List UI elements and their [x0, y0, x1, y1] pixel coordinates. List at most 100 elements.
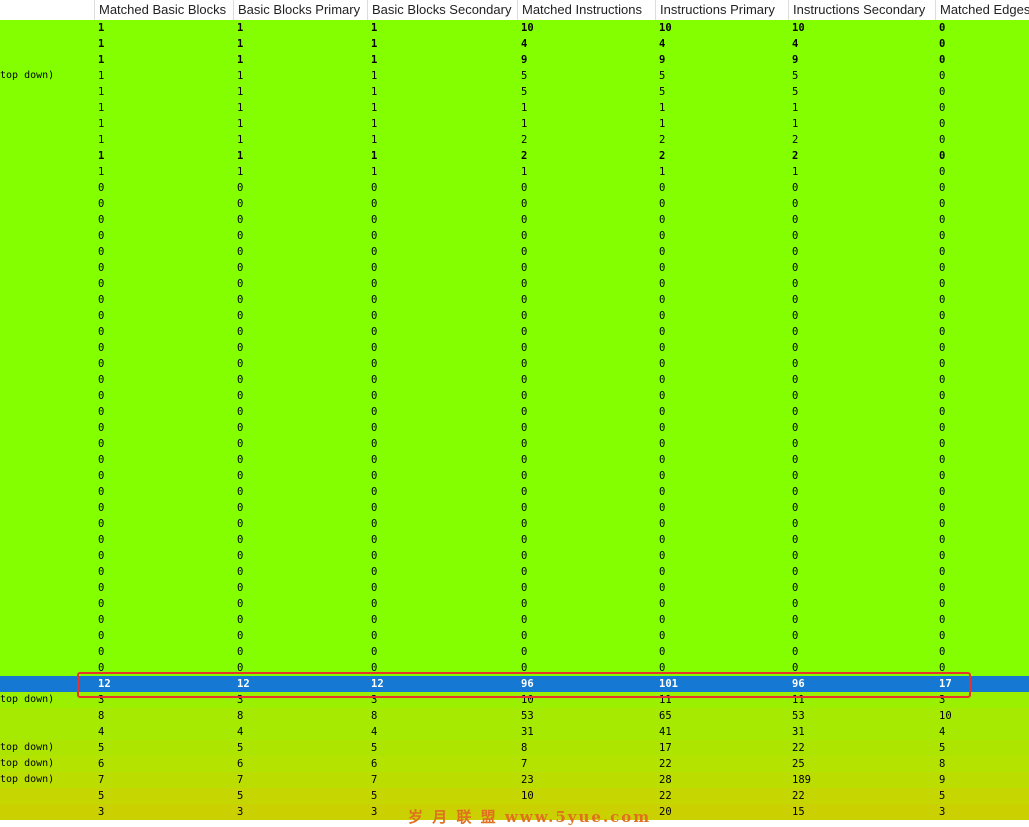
cell-matched-basic-blocks[interactable]: 0: [94, 660, 233, 676]
cell-matched-instructions[interactable]: 0: [517, 612, 655, 628]
cell-matched-edges[interactable]: 0: [935, 68, 1029, 84]
column-header-instructions-primary[interactable]: Instructions Primary: [655, 0, 788, 20]
cell-matched-edges[interactable]: 0: [935, 212, 1029, 228]
cell-basic-blocks-primary[interactable]: 0: [233, 500, 367, 516]
cell-matched-basic-blocks[interactable]: 0: [94, 452, 233, 468]
cell-function-name[interactable]: [0, 356, 94, 372]
cell-instructions-primary[interactable]: 0: [655, 452, 788, 468]
cell-basic-blocks-secondary[interactable]: 1: [367, 132, 517, 148]
cell-matched-edges[interactable]: 0: [935, 324, 1029, 340]
cell-matched-edges[interactable]: 0: [935, 196, 1029, 212]
cell-function-name[interactable]: [0, 436, 94, 452]
cell-basic-blocks-secondary[interactable]: 1: [367, 116, 517, 132]
cell-basic-blocks-primary[interactable]: 1: [233, 52, 367, 68]
cell-matched-basic-blocks[interactable]: 0: [94, 340, 233, 356]
cell-matched-basic-blocks[interactable]: 0: [94, 292, 233, 308]
cell-instructions-secondary[interactable]: 0: [788, 324, 935, 340]
cell-matched-instructions[interactable]: 0: [517, 436, 655, 452]
cell-function-name[interactable]: [0, 628, 94, 644]
cell-basic-blocks-secondary[interactable]: 0: [367, 372, 517, 388]
cell-matched-edges[interactable]: 0: [935, 132, 1029, 148]
cell-matched-instructions[interactable]: 0: [517, 548, 655, 564]
cell-matched-instructions[interactable]: 0: [517, 532, 655, 548]
cell-instructions-primary[interactable]: 0: [655, 292, 788, 308]
cell-basic-blocks-primary[interactable]: 0: [233, 436, 367, 452]
cell-matched-instructions[interactable]: 0: [517, 484, 655, 500]
cell-instructions-primary[interactable]: 0: [655, 324, 788, 340]
cell-function-name[interactable]: [0, 52, 94, 68]
cell-matched-instructions[interactable]: 53: [517, 708, 655, 724]
cell-matched-edges[interactable]: 0: [935, 484, 1029, 500]
cell-matched-instructions[interactable]: 10: [517, 20, 655, 36]
cell-basic-blocks-secondary[interactable]: 0: [367, 292, 517, 308]
cell-basic-blocks-secondary[interactable]: 0: [367, 308, 517, 324]
cell-basic-blocks-primary[interactable]: 0: [233, 628, 367, 644]
cell-function-name[interactable]: [0, 580, 94, 596]
cell-function-name[interactable]: [0, 420, 94, 436]
cell-matched-edges[interactable]: 0: [935, 260, 1029, 276]
cell-instructions-secondary[interactable]: 0: [788, 276, 935, 292]
cell-matched-edges[interactable]: 0: [935, 148, 1029, 164]
cell-matched-edges[interactable]: 0: [935, 228, 1029, 244]
cell-basic-blocks-primary[interactable]: 1: [233, 132, 367, 148]
cell-function-name[interactable]: [0, 612, 94, 628]
cell-instructions-primary[interactable]: 0: [655, 180, 788, 196]
cell-basic-blocks-primary[interactable]: 0: [233, 196, 367, 212]
cell-basic-blocks-secondary[interactable]: 0: [367, 404, 517, 420]
cell-function-name[interactable]: [0, 180, 94, 196]
cell-matched-edges[interactable]: 0: [935, 20, 1029, 36]
cell-matched-instructions[interactable]: 31: [517, 724, 655, 740]
cell-function-name[interactable]: [0, 212, 94, 228]
cell-function-name[interactable]: [0, 676, 94, 692]
cell-instructions-secondary[interactable]: 11: [788, 692, 935, 708]
cell-basic-blocks-secondary[interactable]: 0: [367, 644, 517, 660]
cell-matched-basic-blocks[interactable]: 0: [94, 548, 233, 564]
cell-matched-basic-blocks[interactable]: 3: [94, 692, 233, 708]
cell-instructions-primary[interactable]: 0: [655, 340, 788, 356]
cell-instructions-secondary[interactable]: 96: [788, 676, 935, 692]
cell-matched-basic-blocks[interactable]: 1: [94, 52, 233, 68]
cell-matched-edges[interactable]: 0: [935, 388, 1029, 404]
cell-basic-blocks-primary[interactable]: 5: [233, 740, 367, 756]
cell-matched-basic-blocks[interactable]: 0: [94, 516, 233, 532]
cell-matched-instructions[interactable]: 0: [517, 420, 655, 436]
cell-matched-instructions[interactable]: 0: [517, 356, 655, 372]
cell-basic-blocks-primary[interactable]: 0: [233, 212, 367, 228]
cell-matched-basic-blocks[interactable]: 0: [94, 196, 233, 212]
cell-matched-edges[interactable]: 0: [935, 660, 1029, 676]
cell-instructions-primary[interactable]: 1: [655, 116, 788, 132]
cell-matched-instructions[interactable]: 0: [517, 292, 655, 308]
cell-matched-edges[interactable]: 0: [935, 436, 1029, 452]
cell-function-name[interactable]: [0, 644, 94, 660]
cell-instructions-secondary[interactable]: 0: [788, 420, 935, 436]
cell-function-name[interactable]: [0, 244, 94, 260]
cell-matched-basic-blocks[interactable]: 0: [94, 484, 233, 500]
cell-matched-edges[interactable]: 0: [935, 100, 1029, 116]
cell-matched-basic-blocks[interactable]: 5: [94, 740, 233, 756]
cell-matched-basic-blocks[interactable]: 0: [94, 356, 233, 372]
cell-instructions-secondary[interactable]: 0: [788, 388, 935, 404]
cell-matched-edges[interactable]: 5: [935, 740, 1029, 756]
cell-matched-instructions[interactable]: 1: [517, 100, 655, 116]
cell-matched-instructions[interactable]: 0: [517, 324, 655, 340]
cell-matched-basic-blocks[interactable]: 0: [94, 468, 233, 484]
cell-instructions-primary[interactable]: 0: [655, 356, 788, 372]
cell-instructions-secondary[interactable]: 0: [788, 244, 935, 260]
cell-instructions-primary[interactable]: 0: [655, 596, 788, 612]
cell-matched-edges[interactable]: 0: [935, 308, 1029, 324]
cell-matched-instructions[interactable]: 0: [517, 580, 655, 596]
cell-basic-blocks-primary[interactable]: 0: [233, 532, 367, 548]
cell-basic-blocks-secondary[interactable]: 0: [367, 548, 517, 564]
cell-function-name[interactable]: [0, 340, 94, 356]
cell-basic-blocks-secondary[interactable]: 1: [367, 68, 517, 84]
cell-instructions-secondary[interactable]: 4: [788, 36, 935, 52]
cell-matched-basic-blocks[interactable]: 0: [94, 436, 233, 452]
cell-matched-instructions[interactable]: 96: [517, 676, 655, 692]
cell-instructions-primary[interactable]: 0: [655, 468, 788, 484]
cell-instructions-primary[interactable]: 20: [655, 804, 788, 820]
cell-instructions-primary[interactable]: 2: [655, 132, 788, 148]
cell-basic-blocks-primary[interactable]: 0: [233, 548, 367, 564]
cell-function-name[interactable]: [0, 260, 94, 276]
cell-basic-blocks-primary[interactable]: 0: [233, 180, 367, 196]
cell-function-name[interactable]: [0, 276, 94, 292]
